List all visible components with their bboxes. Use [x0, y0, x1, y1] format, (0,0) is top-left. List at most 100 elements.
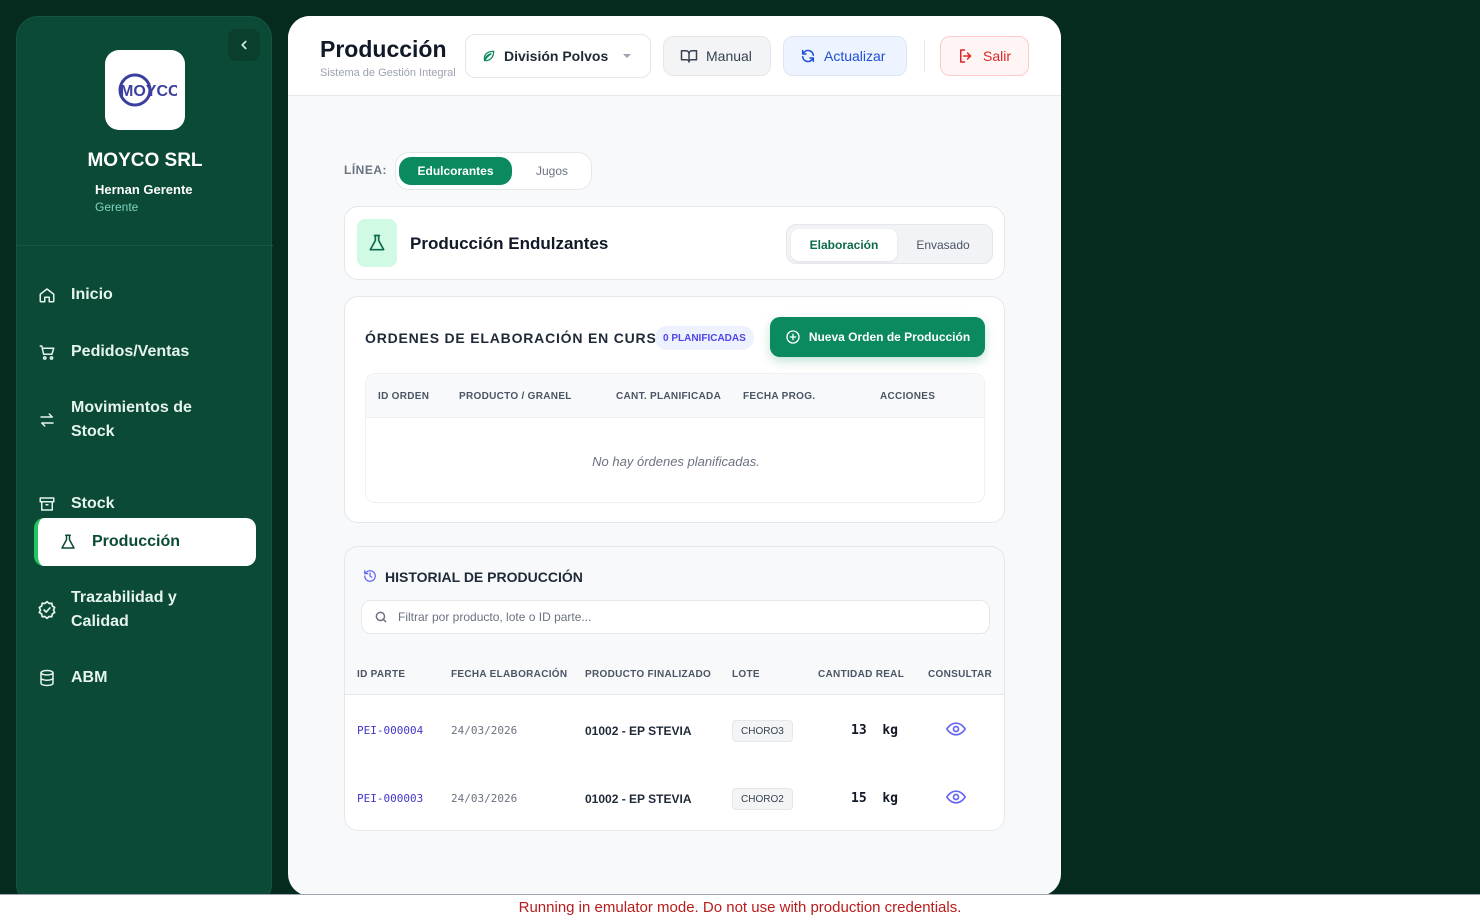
eye-icon[interactable] — [946, 721, 966, 737]
row-id[interactable]: PEI-000003 — [357, 792, 423, 805]
flask-icon — [58, 532, 78, 552]
column-header: CANTIDAD REAL — [818, 669, 905, 680]
plus-circle-icon — [786, 330, 800, 344]
page-title: Producción — [320, 36, 447, 62]
sidebar-item-label: Trazabilidad y Calidad — [71, 589, 177, 630]
orders-table-header: ID ORDEN PRODUCTO / GRANEL CANT. PLANIFI… — [366, 374, 984, 418]
emulator-warning-bar: Running in emulator mode. Do not use wit… — [0, 894, 1480, 920]
chevron-left-icon — [241, 40, 247, 50]
collapse-sidebar-button[interactable] — [228, 29, 260, 61]
line-option-jugos[interactable]: Jugos — [516, 157, 588, 185]
orders-table: ID ORDEN PRODUCTO / GRANEL CANT. PLANIFI… — [365, 373, 985, 503]
company-logo: MOYCO — [105, 50, 185, 130]
book-open-icon — [680, 50, 698, 63]
search-icon — [375, 611, 387, 623]
history-search — [361, 600, 990, 634]
history-card: HISTORIAL DE PRODUCCIÓN ID PARTE FECHA E… — [344, 546, 1005, 831]
caret-down-icon — [623, 54, 632, 58]
sidebar-item-stock[interactable]: Stock — [37, 492, 257, 516]
sidebar: MOYCO MOYCO SRL Hernan Gerente Gerente I… — [16, 16, 273, 906]
row-product: 01002 - EP STEVIA — [585, 792, 692, 806]
production-title: Producción Endulzantes — [410, 234, 609, 253]
sidebar-item-label: Inicio — [71, 286, 113, 303]
division-label: División Polvos — [504, 48, 609, 64]
new-order-button[interactable]: Nueva Orden de Producción — [770, 317, 985, 357]
badge-check-icon — [37, 600, 57, 620]
sidebar-item-label: Stock — [71, 495, 115, 512]
orders-empty-message: No hay órdenes planificadas. — [592, 454, 760, 469]
column-header: ID ORDEN — [378, 391, 430, 402]
manual-label: Manual — [706, 48, 752, 64]
sidebar-item-produccion[interactable]: Producción — [34, 518, 256, 566]
column-header: FECHA ELABORACIÓN — [451, 669, 568, 680]
sidebar-item-trazabilidad[interactable]: Trazabilidad y Calidad — [37, 586, 257, 634]
cart-icon — [37, 342, 57, 362]
column-header: LOTE — [732, 669, 760, 680]
history-table-header: ID PARTE FECHA ELABORACIÓN PRODUCTO FINA… — [345, 651, 1004, 695]
orders-card: ÓRDENES DE ELABORACIÓN EN CURSO 0 PLANIF… — [344, 296, 1005, 523]
manual-button[interactable]: Manual — [663, 36, 771, 76]
table-row: PEI-000004 24/03/2026 01002 - EP STEVIA … — [345, 695, 1004, 763]
planned-count-badge: 0 PLANIFICADAS — [655, 326, 754, 350]
sidebar-item-label: ABM — [71, 669, 108, 686]
stage-tab-envasado[interactable]: Envasado — [897, 229, 989, 261]
sidebar-item-abm[interactable]: ABM — [37, 666, 257, 690]
column-header: PRODUCTO FINALIZADO — [585, 669, 712, 680]
user-name: Hernan Gerente — [95, 182, 193, 197]
orders-title: ÓRDENES DE ELABORACIÓN EN CURSO — [365, 330, 669, 346]
company-name: MOYCO SRL — [87, 150, 203, 171]
main-panel: Producción Sistema de Gestión Integral D… — [288, 16, 1061, 896]
column-header: PRODUCTO / GRANEL — [459, 391, 572, 402]
history-table-body: PEI-000004 24/03/2026 01002 - EP STEVIA … — [345, 695, 1004, 830]
swap-icon — [37, 410, 57, 430]
new-order-label: Nueva Orden de Producción — [808, 330, 971, 344]
row-quantity: 13 kg — [851, 723, 898, 738]
history-title: HISTORIAL DE PRODUCCIÓN — [385, 569, 583, 585]
column-header: ID PARTE — [357, 669, 406, 680]
row-lot: CHORO3 — [732, 720, 793, 742]
database-icon — [37, 668, 57, 688]
stage-tab-elaboracion[interactable]: Elaboración — [791, 229, 897, 261]
production-icon-box — [357, 219, 397, 267]
row-date: 24/03/2026 — [451, 792, 518, 805]
moyco-logo-icon: MOYCO — [118, 73, 177, 107]
production-card: Producción Endulzantes Elaboración Envas… — [344, 206, 1005, 280]
flask-icon — [369, 234, 385, 251]
sidebar-item-pedidos[interactable]: Pedidos/Ventas — [37, 340, 257, 364]
row-id[interactable]: PEI-000004 — [357, 724, 423, 737]
history-search-input[interactable] — [398, 601, 978, 633]
page-subtitle: Sistema de Gestión Integral — [320, 67, 456, 79]
topbar: Producción Sistema de Gestión Integral D… — [288, 16, 1061, 96]
column-header: CANT. PLANIFICADA — [616, 391, 722, 402]
home-icon — [37, 285, 57, 305]
line-option-edulcorantes[interactable]: Edulcorantes — [399, 157, 512, 185]
row-quantity: 15 kg — [851, 791, 898, 806]
logo-text: MOYCO — [120, 83, 177, 100]
sidebar-item-label: Movimientos de Stock — [71, 399, 192, 440]
stage-toggle: Elaboración Envasado — [786, 224, 993, 264]
row-date: 24/03/2026 — [451, 724, 518, 737]
eye-icon[interactable] — [946, 789, 966, 805]
history-header: HISTORIAL DE PRODUCCIÓN — [345, 547, 1004, 651]
sidebar-item-label: Producción — [92, 533, 181, 550]
row-lot: CHORO2 — [732, 788, 793, 810]
logout-button[interactable]: Salir — [940, 36, 1029, 76]
row-product: 01002 - EP STEVIA — [585, 724, 692, 738]
logout-label: Salir — [983, 48, 1012, 64]
user-role: Gerente — [95, 200, 139, 214]
history-icon — [364, 570, 376, 582]
table-row: PEI-000003 24/03/2026 01002 - EP STEVIA … — [345, 763, 1004, 830]
sidebar-divider — [17, 245, 273, 246]
refresh-label: Actualizar — [824, 48, 886, 64]
line-label: LÍNEA: — [344, 163, 387, 177]
sidebar-item-movimientos[interactable]: Movimientos de Stock — [37, 396, 257, 444]
column-header: ACCIONES — [880, 391, 936, 402]
sidebar-item-inicio[interactable]: Inicio — [37, 283, 257, 307]
archive-icon — [37, 494, 57, 514]
toolbar-divider — [924, 40, 925, 72]
division-select[interactable]: División Polvos — [465, 34, 651, 78]
refresh-icon — [801, 49, 815, 63]
column-header: CONSULTAR — [928, 669, 992, 680]
logout-icon — [960, 49, 972, 63]
refresh-button[interactable]: Actualizar — [783, 36, 907, 76]
